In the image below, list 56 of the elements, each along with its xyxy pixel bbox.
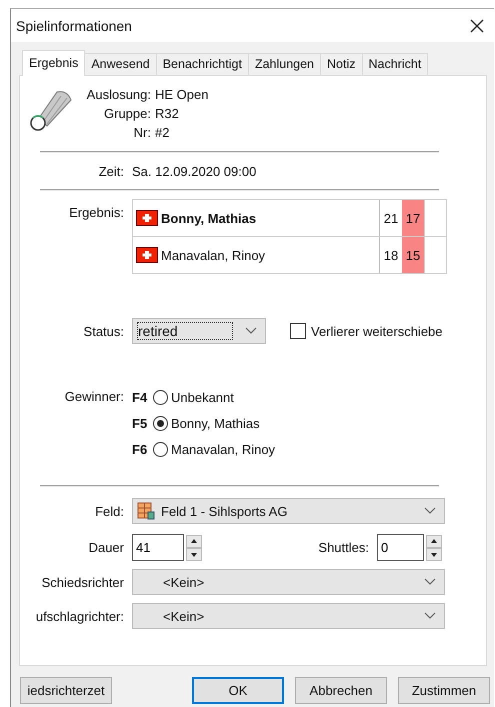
tab[interactable]: Nachricht	[362, 53, 428, 75]
court-dropdown[interactable]: Feld 1 - Sihlsports AG	[132, 498, 445, 524]
radio-button[interactable]	[153, 416, 168, 430]
radio-label: Unbekannt	[171, 390, 234, 404]
score-cell-text: 18	[382, 246, 400, 264]
shortcut-key: F4	[132, 390, 150, 404]
dialog-button[interactable]: OK	[192, 677, 284, 704]
time-label: Zeit:	[98, 164, 124, 178]
spinner-buttons[interactable]	[426, 534, 442, 560]
duration-input[interactable]: 41	[132, 534, 184, 561]
service-judge-dropdown[interactable]: <Kein>	[132, 603, 445, 629]
info-value: HE Open	[155, 86, 208, 103]
dialog-button[interactable]: Abbrechen	[295, 677, 387, 704]
winner-label: Gewinner:	[64, 389, 124, 404]
dialog-button[interactable]: Zustimmen	[398, 677, 490, 704]
player-name: Manavalan, Rinoy	[161, 248, 266, 262]
flag-icon	[136, 247, 158, 263]
checkbox-label: Verlierer weiterschiebe	[311, 324, 444, 338]
result-label: Ergebnis:	[68, 205, 124, 220]
time-value: Sa. 12.09.2020 09:00	[132, 164, 256, 178]
radio-label: Manavalan, Rinoy	[171, 442, 276, 456]
court-label: Feld:	[94, 504, 124, 518]
dialog-button[interactable]: iedsrichterzet	[20, 677, 112, 704]
shuttles-label: Shuttles:	[317, 540, 369, 555]
shuttles-input[interactable]: 0	[377, 534, 424, 561]
player-name: Bonny, Mathias	[161, 210, 256, 226]
close-icon[interactable]	[470, 18, 484, 32]
umpire-dropdown[interactable]: <Kein>	[132, 569, 445, 595]
chevron-down-icon	[424, 612, 436, 620]
radio-button[interactable]	[153, 390, 168, 404]
service-judge-label: ufschlagrichter:	[34, 608, 124, 624]
status-dropdown[interactable]: retired	[132, 318, 266, 344]
radio-button[interactable]	[153, 442, 168, 456]
umpire-label: Schiedsrichter	[40, 574, 124, 590]
chevron-down-icon	[245, 327, 257, 335]
shortcut-key: F5	[132, 416, 150, 430]
radio-label: Bonny, Mathias	[171, 416, 260, 430]
tab[interactable]: Ergebnis	[22, 50, 86, 76]
status-label: Status:	[82, 324, 124, 338]
info-label: Gruppe:	[103, 105, 151, 122]
info-label: Nr:	[132, 124, 151, 141]
chevron-down-icon	[424, 578, 436, 586]
checkbox[interactable]	[290, 323, 306, 339]
shortcut-key: F6	[132, 442, 150, 456]
flag-icon	[136, 210, 158, 226]
info-label: Auslosung:	[86, 86, 151, 103]
score-cell: 17	[402, 200, 424, 236]
court-icon	[137, 502, 155, 520]
score-cell: 15	[402, 237, 424, 273]
spinner-buttons[interactable]	[186, 534, 202, 560]
info-value: #2	[155, 124, 170, 141]
duration-label: Dauer	[88, 540, 124, 555]
chevron-down-icon	[424, 507, 436, 515]
score-cell-text: 21	[382, 210, 400, 228]
window-title: Spielinformationen	[16, 18, 132, 34]
info-value: R32	[155, 105, 180, 122]
